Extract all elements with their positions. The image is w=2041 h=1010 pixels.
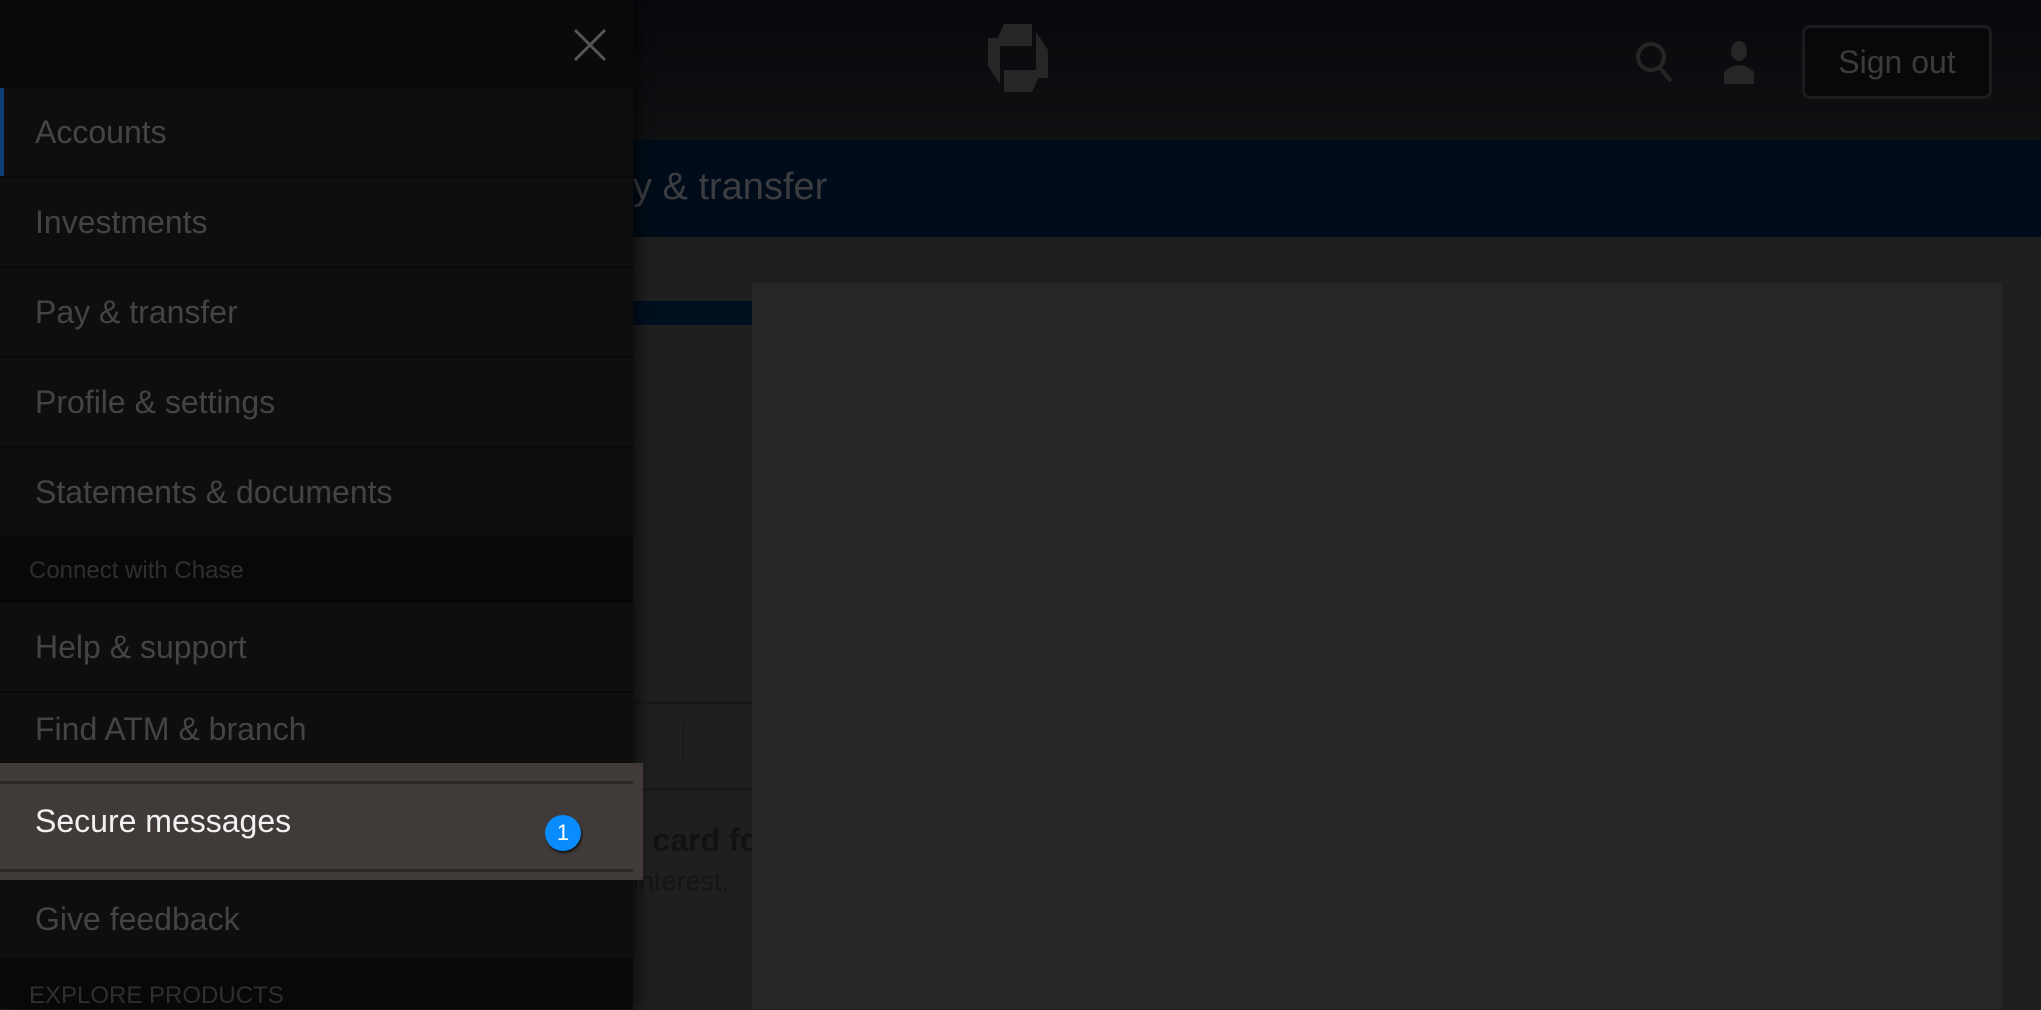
item-label: Profile & settings [35,383,276,420]
item-label: Help & support [35,628,247,665]
divider [633,701,752,704]
item-label: Investments [35,203,208,240]
item-label: Give feedback [35,900,240,937]
promo-body: interest, [633,866,730,896]
item-label: Accounts [35,113,167,150]
chase-logo-icon[interactable] [982,22,1054,94]
explore-section-header: EXPLORE PRODUCTS [0,960,633,1009]
item-label: Statements & documents [35,473,393,510]
item-label: Find ATM & branch [35,711,307,747]
drawer-item-statements[interactable]: Statements & documents [0,448,633,538]
promo-title: t card fo [633,822,752,858]
connect-section-header: Connect with Chase [0,538,633,603]
drawer-header [0,0,633,88]
drawer-item-accounts[interactable]: Accounts [0,88,633,178]
drawer-item-profile-settings[interactable]: Profile & settings [0,358,633,448]
nav-title[interactable]: y & transfer [633,166,827,209]
drawer-item-pay-transfer[interactable]: Pay & transfer [0,268,633,358]
divider [682,722,684,762]
divider [633,788,752,791]
user-icon[interactable] [1722,40,1756,84]
divider [0,781,633,784]
divider [0,869,633,872]
item-label: Pay & transfer [35,293,238,330]
drawer-item-secure-messages[interactable]: Secure messages 1 [0,763,643,880]
drawer-item-find-atm[interactable]: Find ATM & branch [0,693,633,764]
drawer-item-give-feedback[interactable]: Give feedback [0,880,633,960]
card-header-strip [633,301,752,325]
item-label: Secure messages [35,803,292,839]
sign-out-button[interactable]: Sign out [1802,25,1992,99]
unread-count-badge: 1 [545,815,581,851]
search-icon[interactable] [1634,40,1676,84]
drawer-item-investments[interactable]: Investments [0,178,633,268]
content-panel [752,283,2002,1009]
drawer-item-help[interactable]: Help & support [0,603,633,693]
close-icon[interactable] [572,27,608,63]
